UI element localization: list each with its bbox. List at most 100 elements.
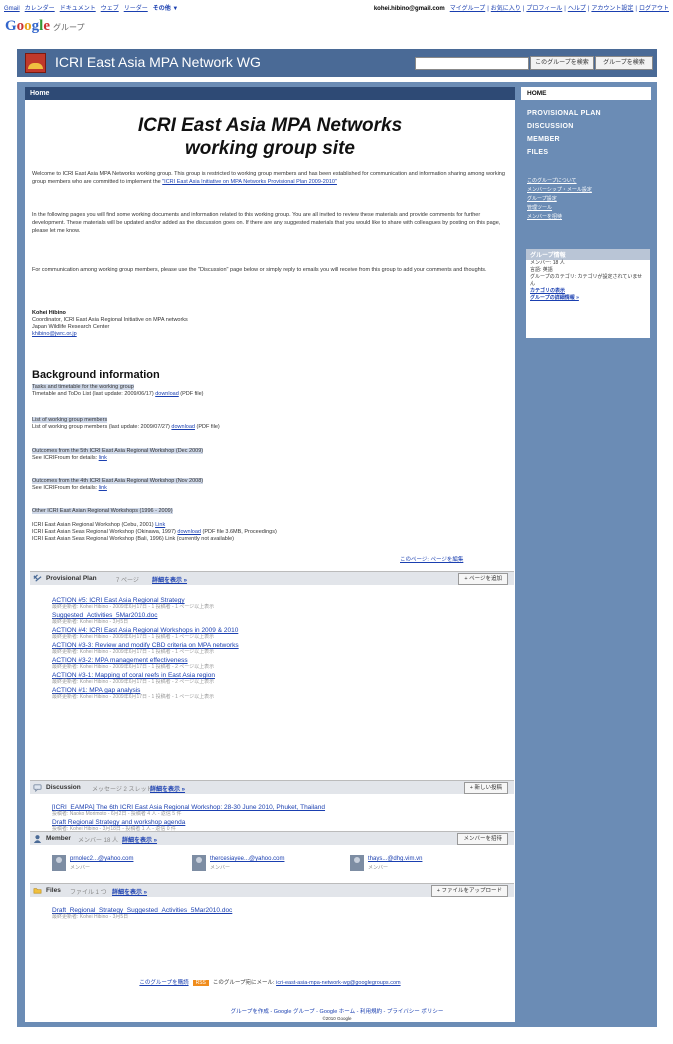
group-details-link[interactable]: グループの詳細情報 » xyxy=(526,295,650,302)
workshop-line: ICRI East Asian Regional Workshop (Cebu,… xyxy=(32,522,165,529)
member-more-link[interactable]: 詳細を表示 » xyxy=(122,835,157,844)
member-role: メンバー xyxy=(368,865,389,871)
line-text: ICRI East Asian Regional Workshop (Cebu,… xyxy=(32,522,156,528)
discussion-section-header: Discussion メッセージ 2 スレッド 詳細を表示 » + 新しい投稿 xyxy=(30,780,514,794)
new-post-button[interactable]: + 新しい投稿 xyxy=(463,782,508,794)
search-groups-button[interactable]: グループを検索 xyxy=(595,56,653,70)
discussion-icon xyxy=(33,784,42,792)
sidebar-item-discussion[interactable]: DISCUSSION xyxy=(527,123,574,130)
site-heading: ICRI East Asia MPA Networks working grou… xyxy=(25,114,515,160)
background-item-title-text: List of working group members xyxy=(32,417,108,423)
user-email: kohei.hibino@gmail.com xyxy=(373,6,445,12)
site-heading-line: ICRI East Asia MPA Networks xyxy=(137,115,403,136)
edit-page-link[interactable]: このページ: ページを編集 xyxy=(400,555,463,563)
top-nav-link[interactable]: ウェブ xyxy=(101,6,119,12)
subscribe-link[interactable]: このグループを購読 xyxy=(139,980,188,986)
top-nav-link[interactable]: リーダー xyxy=(124,6,148,12)
download-link[interactable]: download xyxy=(155,391,179,397)
group-title[interactable]: ICRI East Asia MPA Network WG xyxy=(55,54,261,70)
member-icon xyxy=(33,835,42,843)
logo-letter: o xyxy=(24,18,32,34)
line-text: (PDF file) xyxy=(194,424,220,430)
list-item-title[interactable]: ACTION #3-2: MPA management effectivenes… xyxy=(52,657,239,664)
signature-email-link[interactable]: khibino@jwrc.or.jp xyxy=(32,331,77,337)
google-groups-logo[interactable]: Google グループ xyxy=(5,18,85,35)
sidebar-link[interactable]: このグループについて xyxy=(527,177,577,184)
section-title: Member xyxy=(46,835,71,842)
background-item-title: Other ICRI East Asian Regional Workshops… xyxy=(32,508,173,515)
sidebar-link[interactable]: メンバーシップ・メール設定 xyxy=(527,186,592,193)
separator: | xyxy=(564,6,566,12)
download-link[interactable]: link xyxy=(99,455,107,461)
group-info-line: グループのカテゴリ: カテゴリが設定されていません xyxy=(530,274,643,287)
provisional-plan-link[interactable]: "ICRI East Asia Initiative on MPA Networ… xyxy=(162,179,337,185)
member-email[interactable]: thercesiayee...@yahoo.com xyxy=(210,856,284,862)
top-nav-link[interactable]: ドキュメント xyxy=(60,6,96,12)
signature-line: Coordinator, ICRI East Asia Regional Ini… xyxy=(32,317,188,323)
list-item-title[interactable]: Draft Regional Strategy and workshop age… xyxy=(52,819,325,826)
account-link[interactable]: ログアウト xyxy=(639,6,669,12)
member-email[interactable]: prnolec2...@yahoo.com xyxy=(70,856,133,862)
top-nav-link[interactable]: カレンダー xyxy=(25,6,55,12)
account-link[interactable]: アカウント設定 xyxy=(591,6,633,12)
top-nav-link[interactable]: Gmail xyxy=(4,6,20,12)
logo-subtitle: グループ xyxy=(53,23,85,32)
background-item: Other ICRI East Asian Regional Workshops… xyxy=(32,508,173,515)
group-banner: ICRI East Asia MPA Network WG このグループを検索 … xyxy=(17,49,657,77)
download-link[interactable]: download xyxy=(171,424,195,430)
invite-member-button[interactable]: メンバーを招待 xyxy=(457,833,508,845)
top-nav-links: Gmail カレンダー ドキュメント ウェブ リーダー その他 ▼ xyxy=(4,3,183,12)
sidebar-link[interactable]: グループ設定 xyxy=(527,195,557,202)
member-email[interactable]: thays...@dhg.vim.vn xyxy=(368,856,422,862)
list-item-title[interactable]: ACTION #4: ICRI East Asia Regional Works… xyxy=(52,627,239,634)
rss-icon[interactable]: RSS xyxy=(192,980,209,986)
group-logo-icon xyxy=(25,53,46,73)
top-nav-link[interactable]: その他 ▼ xyxy=(153,6,179,12)
account-link[interactable]: お気に入り xyxy=(491,6,521,12)
list-item-title[interactable]: Draft_Regional_Strategy_Suggested_Activi… xyxy=(52,907,232,914)
sidebar-link[interactable]: 管理ツール xyxy=(527,204,552,211)
group-search-input[interactable] xyxy=(415,57,529,70)
plan-more-link[interactable]: 詳細を表示 » xyxy=(152,575,187,584)
account-link[interactable]: ヘルプ xyxy=(568,6,586,12)
account-link[interactable]: プロフィール xyxy=(526,6,562,12)
list-item-meta: 最終更新者: Kohei Hibino - 2009年6月17日 - 1 投稿者… xyxy=(52,604,215,610)
upload-file-button[interactable]: + ファイルをアップロード xyxy=(430,885,508,897)
footer-links[interactable]: グループを作成 - Google グループ - Google ホーム - 利用規… xyxy=(17,1007,657,1015)
download-link[interactable]: link xyxy=(99,485,107,491)
sidebar-item-member[interactable]: MEMBER xyxy=(527,136,560,143)
workshop-line: ICRI East Asian Seas Regional Workshop (… xyxy=(32,536,234,543)
category-link[interactable]: カテゴリの表示 xyxy=(526,288,650,295)
line-text: (PDF file) xyxy=(178,391,204,397)
top-navigation: Gmail カレンダー ドキュメント ウェブ リーダー その他 ▼ kohei.hibin… xyxy=(0,0,673,14)
discussion-more-link[interactable]: 詳細を表示 » xyxy=(150,784,185,793)
logo-letter: G xyxy=(5,18,17,34)
group-info-box: グループ情報 メンバー: 18 人 言語: 英語 グループのカテゴリ: カテゴリ… xyxy=(526,249,650,338)
search-group-button[interactable]: このグループを検索 xyxy=(530,56,594,70)
workshop-link[interactable]: download xyxy=(177,529,201,535)
list-item-title[interactable]: ACTION #5: ICRI East Asia Regional Strat… xyxy=(52,597,239,604)
list-item-title[interactable]: ACTION #1: MPA gap analysis xyxy=(52,687,239,694)
sidebar-link[interactable]: メンバーを招待 xyxy=(527,213,562,220)
page-title-bar: Home xyxy=(25,87,515,100)
list-item-meta: 最終更新者: Kohei Hibino - 3月5日 xyxy=(52,914,129,920)
account-link[interactable]: マイグループ xyxy=(450,6,486,12)
list-item-title[interactable]: ACTION #3-3: Review and modify CBD crite… xyxy=(52,642,239,649)
separator: | xyxy=(635,6,637,12)
section-title: Provisional Plan xyxy=(46,575,97,582)
list-item-title[interactable]: [ICRI_EAMPA] The 6th ICRI East Asia Regi… xyxy=(52,804,325,811)
files-more-link[interactable]: 詳細を表示 » xyxy=(112,887,147,896)
sidebar-home-item[interactable]: HOME xyxy=(521,87,651,100)
group-email-link[interactable]: icri-east-asia-mpa-network-wg@googlegrou… xyxy=(276,980,401,986)
add-page-button[interactable]: + ページを追加 xyxy=(458,573,508,585)
workshop-link[interactable]: Link xyxy=(155,522,165,528)
avatar xyxy=(350,855,364,871)
avatar xyxy=(192,855,206,871)
signature-name: Kohei Hibino xyxy=(32,310,66,316)
section-count: メッセージ 2 スレッド xyxy=(92,787,153,793)
sidebar-item-files[interactable]: FILES xyxy=(527,149,548,156)
list-item-title[interactable]: ACTION #3-1: Mapping of coral reefs in E… xyxy=(52,672,239,679)
sidebar-item-provisional-plan[interactable]: PROVISIONAL PLAN xyxy=(527,110,601,117)
plan-section-header: Provisional Plan 7 ページ 詳細を表示 » + ページを追加 xyxy=(30,571,514,585)
list-item-title[interactable]: Suggested_Activities_5Mar2010.doc xyxy=(52,612,239,619)
